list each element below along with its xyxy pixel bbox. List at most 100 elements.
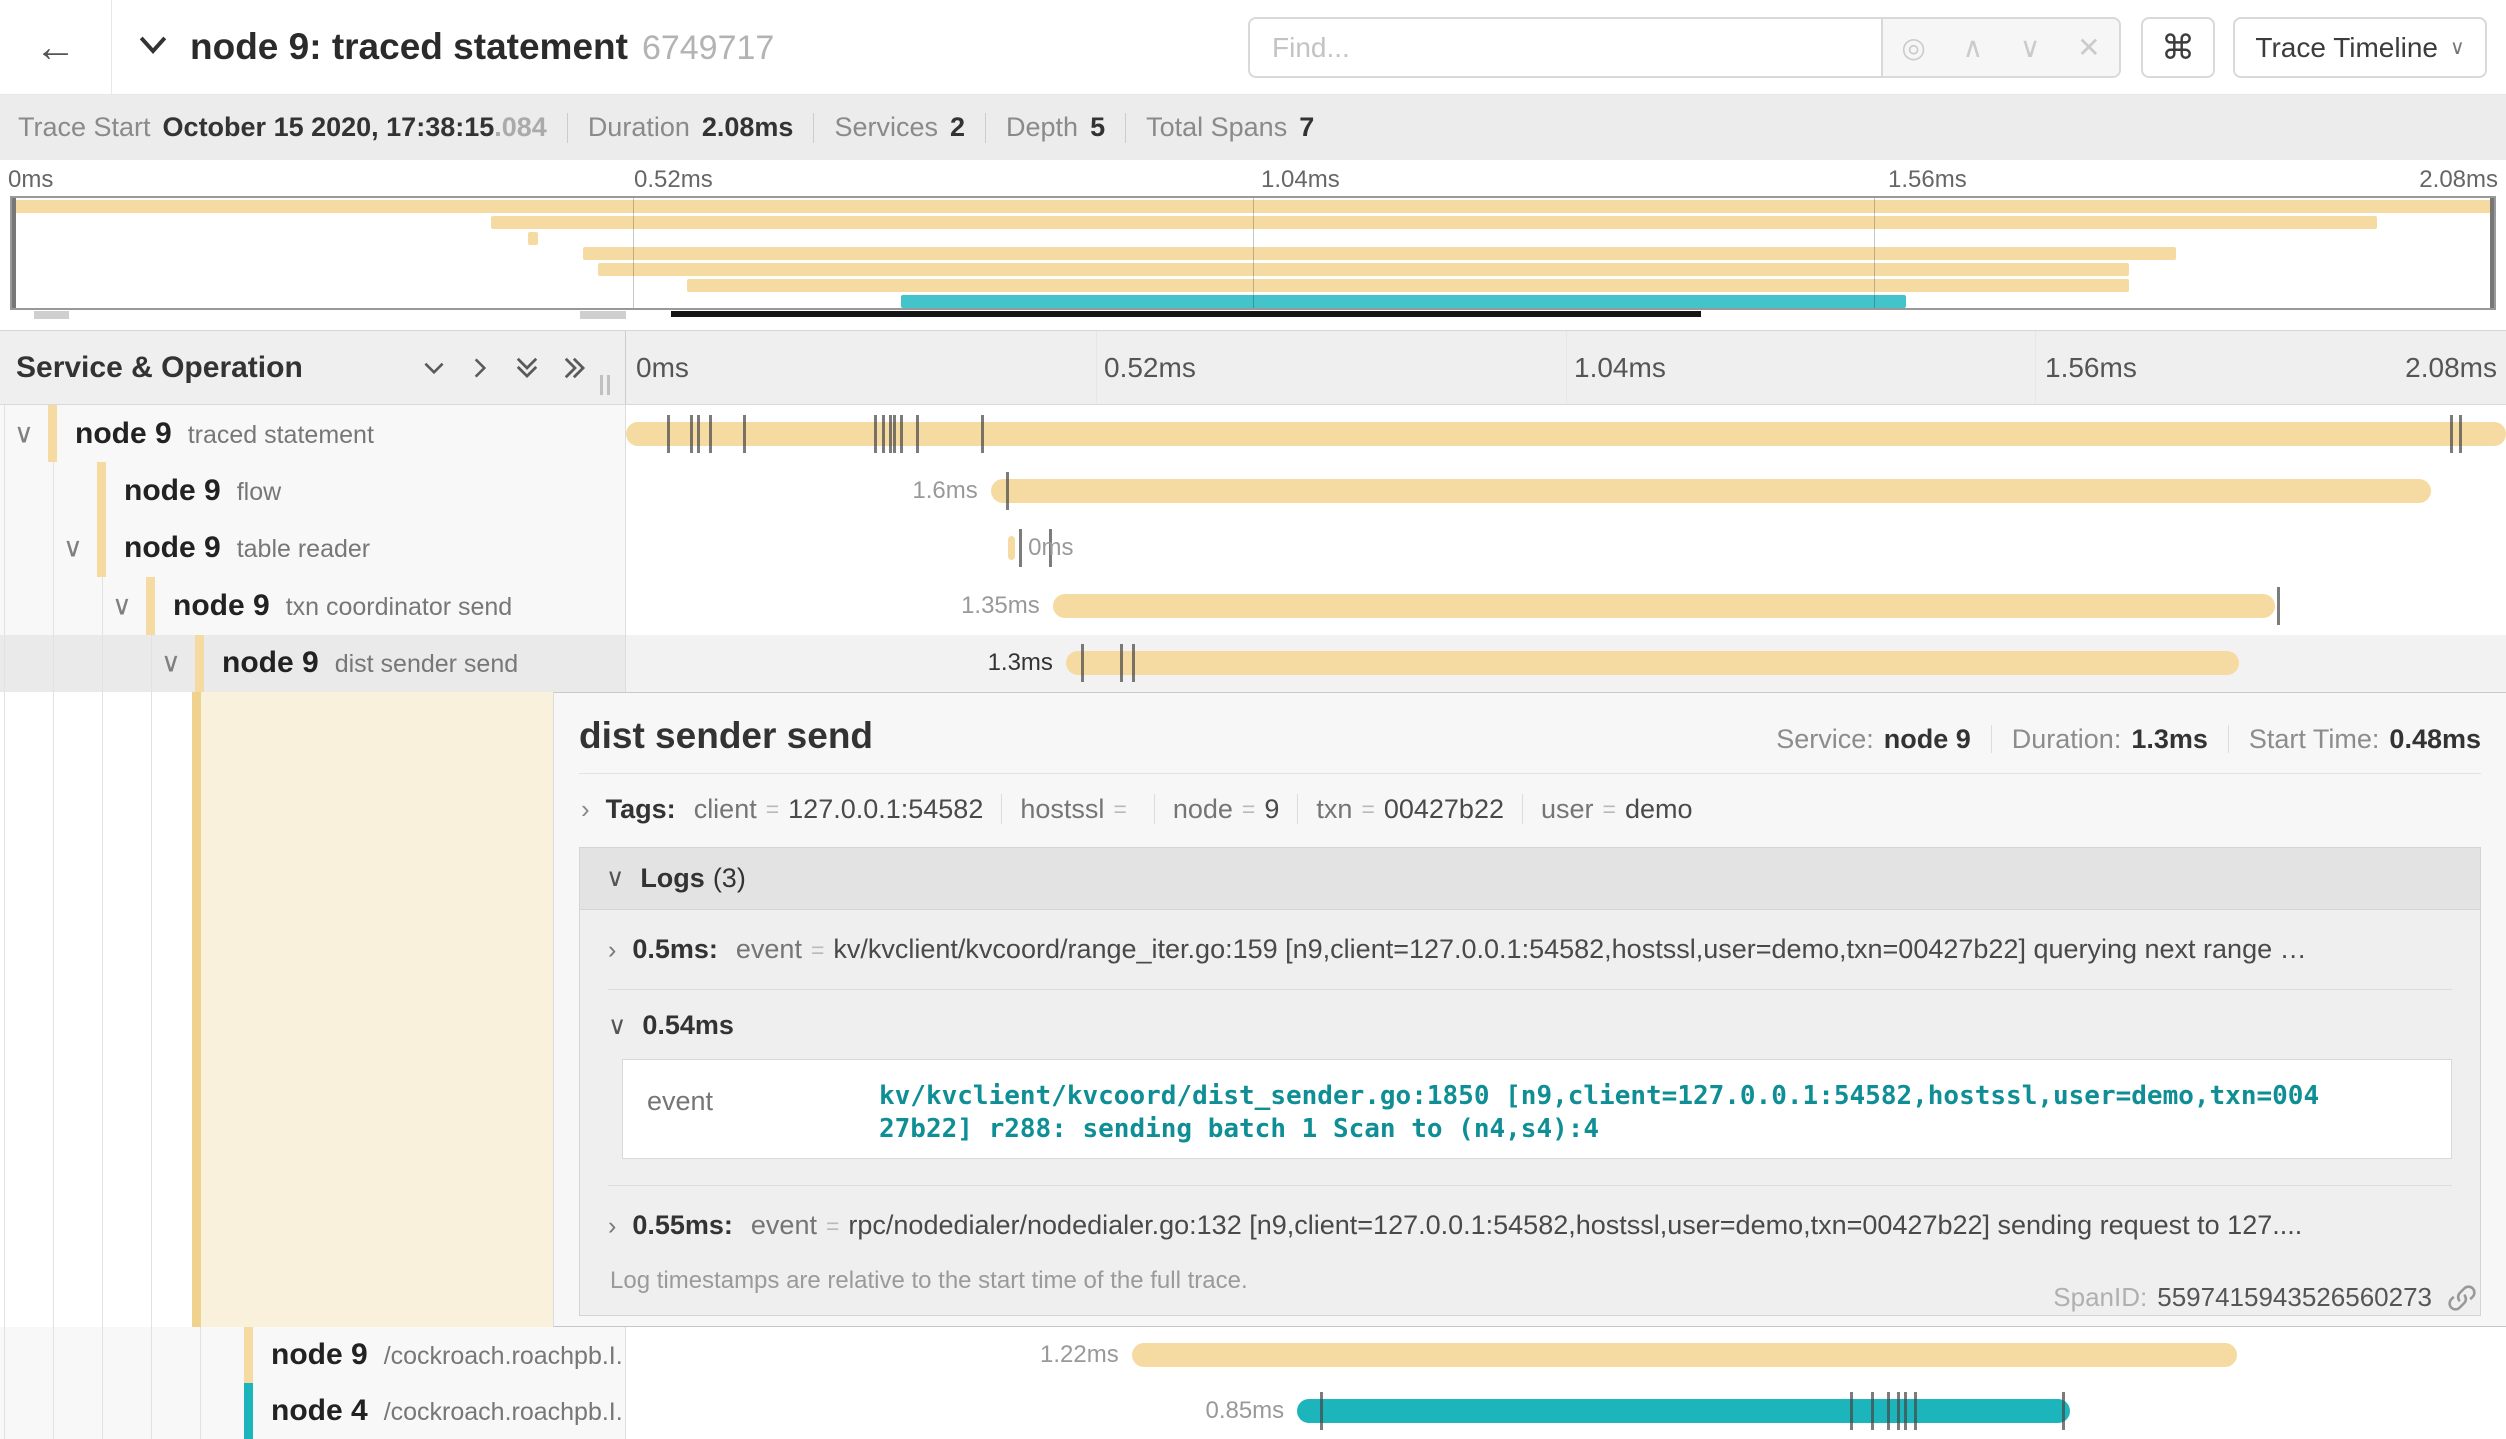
span-bar-cell[interactable]: 1.6ms xyxy=(625,462,2506,519)
minimap-canvas[interactable] xyxy=(10,196,2496,310)
tags-expand-chevron-icon[interactable]: › xyxy=(581,794,590,825)
log-entry-1[interactable]: › 0.5ms: event = kv/kvclient/kvcoord/ran… xyxy=(608,910,2452,990)
span-duration-bar[interactable] xyxy=(1066,651,2239,675)
span-row-txn-coordinator-send[interactable]: ∨ node 9txn coordinator send 1.35ms xyxy=(0,577,2506,634)
log-collapse-chevron-icon[interactable]: ∨ xyxy=(608,1011,626,1041)
column-resize-grip[interactable] xyxy=(600,375,610,395)
span-name-cell[interactable]: ∨ node 9flow xyxy=(0,462,625,519)
span-bar-cell[interactable]: 0ms xyxy=(625,520,2506,577)
span-operation: table reader xyxy=(237,535,370,563)
span-collapse-chevron-icon[interactable]: ∨ xyxy=(112,590,132,621)
log-expand-chevron-icon[interactable]: › xyxy=(608,1212,616,1241)
trace-minimap[interactable]: 0ms 0.52ms 1.04ms 1.56ms 2.08ms xyxy=(0,160,2506,330)
span-collapse-chevron-icon[interactable]: ∨ xyxy=(63,533,83,564)
equals-sign: = xyxy=(1361,796,1374,823)
log-entry-2-header[interactable]: ∨ 0.54ms xyxy=(608,990,2452,1041)
span-row-traced-statement[interactable]: ∨ node 9traced statement xyxy=(0,405,2506,462)
keyboard-shortcuts-button[interactable]: ⌘ xyxy=(2141,17,2215,78)
log-field-value: kv/kvclient/kvcoord/range_iter.go:159 [n… xyxy=(833,934,2306,965)
logs-collapse-chevron-icon[interactable]: ∨ xyxy=(606,863,624,893)
span-duration-bar[interactable] xyxy=(1132,1343,2237,1367)
duration-label: Duration xyxy=(588,112,690,143)
span-collapse-chevron-icon[interactable]: ∨ xyxy=(14,418,34,449)
trace-collapse-chevron-icon[interactable] xyxy=(136,28,170,67)
minimap-drag-handle[interactable] xyxy=(580,311,626,319)
span-row-roachpb-node4[interactable]: ∨ node 4/cockroach.roachpb.I... 0.85ms xyxy=(0,1383,2506,1439)
span-bar-cell[interactable]: 0.85ms xyxy=(625,1383,2506,1439)
span-duration-bar[interactable] xyxy=(1297,1399,2070,1423)
log-marker-tick xyxy=(889,415,892,453)
log-marker-tick xyxy=(916,415,919,453)
span-name-cell[interactable]: ∨ node 9txn coordinator send xyxy=(0,577,625,634)
depth-label: Depth xyxy=(1006,112,1078,143)
minimap-left-scrubber[interactable] xyxy=(12,198,16,308)
expand-one-icon[interactable] xyxy=(466,354,494,382)
log-marker-tick xyxy=(697,415,700,453)
span-row-dist-sender-send[interactable]: ∨ node 9dist sender send 1.3ms xyxy=(0,635,2506,692)
locate-icon[interactable]: ◎ xyxy=(1901,31,1925,64)
span-color-bar xyxy=(192,692,201,1327)
indent-guide xyxy=(4,635,5,692)
span-row-table-reader[interactable]: ∨ node 9table reader 0ms xyxy=(0,520,2506,577)
next-result-icon[interactable]: ∨ xyxy=(2020,31,2041,64)
span-detail-meta: Service:node 9 Duration:1.3ms Start Time… xyxy=(1776,724,2481,755)
clear-search-icon[interactable]: ✕ xyxy=(2077,31,2100,64)
span-service: node 9 xyxy=(173,589,270,622)
tags-row[interactable]: › Tags: client=127.0.0.1:54582 hostssl= … xyxy=(579,774,2481,843)
tag-key: node xyxy=(1173,794,1233,825)
span-service: node 9 xyxy=(124,474,221,507)
span-collapse-chevron-icon[interactable]: ∨ xyxy=(161,648,181,679)
span-bar-cell[interactable] xyxy=(625,405,2506,462)
indent-guide xyxy=(151,692,152,1327)
prev-result-icon[interactable]: ∧ xyxy=(1963,31,1984,64)
log-event-detail-box: event kv/kvclient/kvcoord/dist_sender.go… xyxy=(622,1059,2452,1159)
span-bar-cell[interactable]: 1.35ms xyxy=(625,577,2506,634)
span-duration-bar[interactable] xyxy=(1008,536,1016,560)
log-expand-chevron-icon[interactable]: › xyxy=(608,936,616,965)
log-marker-tick xyxy=(874,415,877,453)
span-name-cell[interactable]: ∨ node 4/cockroach.roachpb.I... xyxy=(0,1383,625,1439)
span-name-cell[interactable]: ∨ node 9table reader xyxy=(0,520,625,577)
indent-guide xyxy=(53,692,54,1327)
span-name-cell[interactable]: ∨ node 9dist sender send xyxy=(0,635,625,692)
find-input[interactable] xyxy=(1248,17,1881,78)
trace-start-value: October 15 2020, 17:38:15.084 xyxy=(163,112,547,143)
span-duration-bar[interactable] xyxy=(1053,594,2275,618)
separator xyxy=(1297,794,1298,824)
span-row-flow[interactable]: ∨ node 9flow 1.6ms xyxy=(0,462,2506,519)
log-marker-tick xyxy=(1914,1392,1917,1430)
indent-guide xyxy=(102,577,103,634)
span-row-roachpb-node9[interactable]: ∨ node 9/cockroach.roachpb.I... 1.22ms xyxy=(0,1327,2506,1383)
span-duration-bar[interactable] xyxy=(991,479,2431,503)
span-bar-cell[interactable]: 1.3ms xyxy=(625,635,2506,692)
service-operation-header: Service & Operation xyxy=(0,331,625,404)
back-arrow-icon: ← xyxy=(35,23,77,71)
equals-sign: = xyxy=(766,796,779,823)
log-entry-3[interactable]: › 0.55ms: event = rpc/nodedialer/nodedia… xyxy=(608,1186,2452,1265)
indent-guide xyxy=(151,635,152,692)
span-detail-panel: dist sender send Service:node 9 Duration… xyxy=(553,692,2506,1327)
timeline-axis-header: 0ms 0.52ms 1.04ms 1.56ms 2.08ms xyxy=(625,331,2506,404)
view-selector-button[interactable]: Trace Timeline∨ xyxy=(2233,17,2487,78)
back-button[interactable]: ← xyxy=(0,0,112,94)
span-name-cell[interactable]: ∨ node 9/cockroach.roachpb.I... xyxy=(0,1327,625,1383)
span-duration-bar[interactable] xyxy=(626,422,2506,446)
span-color-bar xyxy=(244,1383,253,1439)
span-detail-indent-column xyxy=(0,692,553,1327)
expand-all-icon[interactable] xyxy=(560,353,590,383)
span-name-cell[interactable]: ∨ node 9traced statement xyxy=(0,405,625,462)
span-bar-cell[interactable]: 1.22ms xyxy=(625,1327,2506,1383)
span-id-row: SpanID: 5597415943526560273 xyxy=(2053,1282,2478,1314)
span-rows-bottom: ∨ node 9/cockroach.roachpb.I... 1.22ms ∨… xyxy=(0,1327,2506,1439)
minimap-span-bar xyxy=(901,295,1906,308)
minimap-tick-labels: 0ms 0.52ms 1.04ms 1.56ms 2.08ms xyxy=(0,160,2506,196)
indent-guide xyxy=(53,577,54,634)
collapse-all-icon[interactable] xyxy=(512,353,542,383)
logs-header[interactable]: ∨ Logs (3) xyxy=(580,848,2480,910)
trace-id-short: 6749717 xyxy=(642,29,774,67)
minimap-drag-handle[interactable] xyxy=(34,311,69,319)
copy-link-icon[interactable] xyxy=(2446,1282,2478,1314)
minimap-selection-bar[interactable] xyxy=(671,311,1701,317)
minimap-right-scrubber[interactable] xyxy=(2490,198,2494,308)
collapse-one-icon[interactable] xyxy=(420,354,448,382)
